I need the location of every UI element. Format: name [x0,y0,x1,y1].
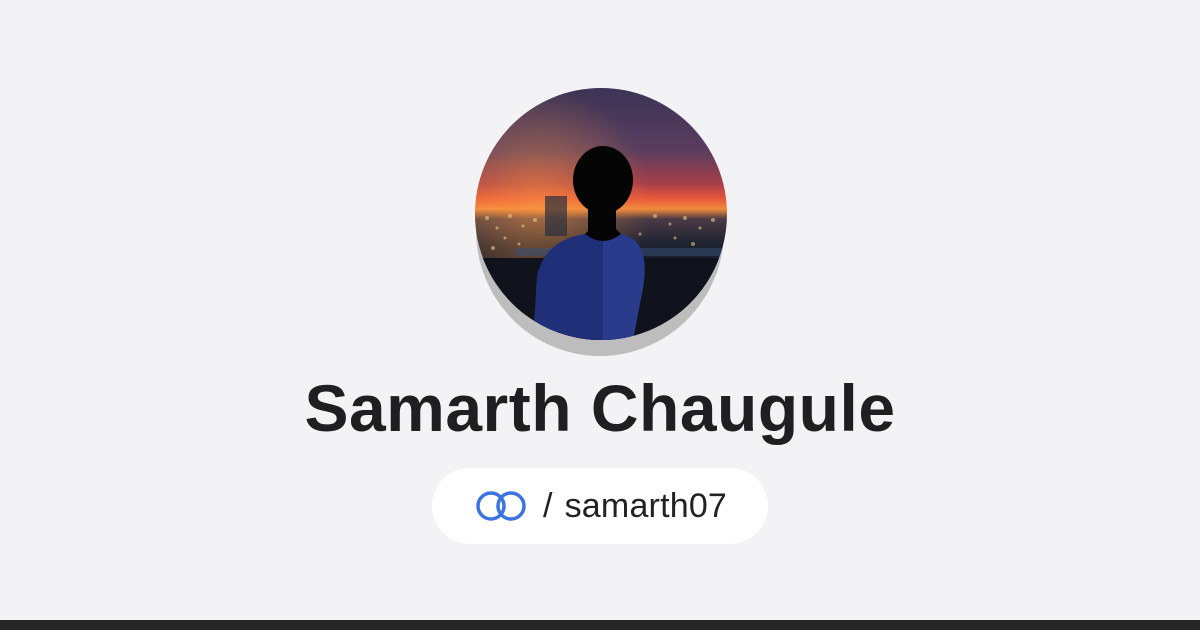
profile-name: Samarth Chaugule [304,371,896,445]
username-link-pill[interactable]: / samarth07 [432,468,768,544]
username-text: samarth07 [564,486,728,525]
profile-card: Samarth Chaugule / samarth07 [0,0,1200,630]
avatar[interactable] [475,88,727,340]
avatar-image [475,88,727,340]
handle-separator: / [542,486,553,525]
bottom-bar [0,620,1200,630]
avatar-container [475,88,727,358]
link-icon [476,491,526,521]
